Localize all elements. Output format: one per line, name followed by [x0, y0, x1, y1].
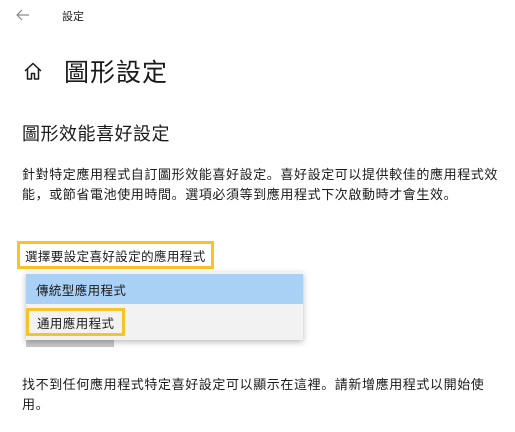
option-desktop-app[interactable]: 傳統型應用程式 [26, 274, 303, 304]
option-label: 傳統型應用程式 [36, 282, 127, 298]
section-description: 針對特定應用程式自訂圖形效能喜好設定。喜好設定可以提供較佳的應用程式效能，或節省… [22, 168, 499, 203]
dropdown-field[interactable] [26, 340, 114, 347]
app-select-label: 選擇要設定喜好設定的應用程式 [17, 241, 214, 269]
empty-state-message: 找不到任何應用程式特定喜好設定可以顯示在這裡。請新增應用程式以開始使用。 [22, 378, 485, 413]
home-icon [24, 62, 42, 80]
option-universal-app[interactable]: 通用應用程式 [26, 307, 303, 337]
app-type-dropdown-menu: 傳統型應用程式 通用應用程式 [26, 272, 303, 340]
back-button[interactable] [8, 3, 38, 27]
page-title: 圖形設定 [64, 58, 169, 87]
arrow-left-icon [16, 9, 29, 21]
section-heading: 圖形效能喜好設定 [22, 124, 170, 145]
option-label: 通用應用程式 [26, 308, 126, 336]
app-title: 設定 [62, 10, 84, 23]
title-bar: 設定 [0, 0, 515, 30]
